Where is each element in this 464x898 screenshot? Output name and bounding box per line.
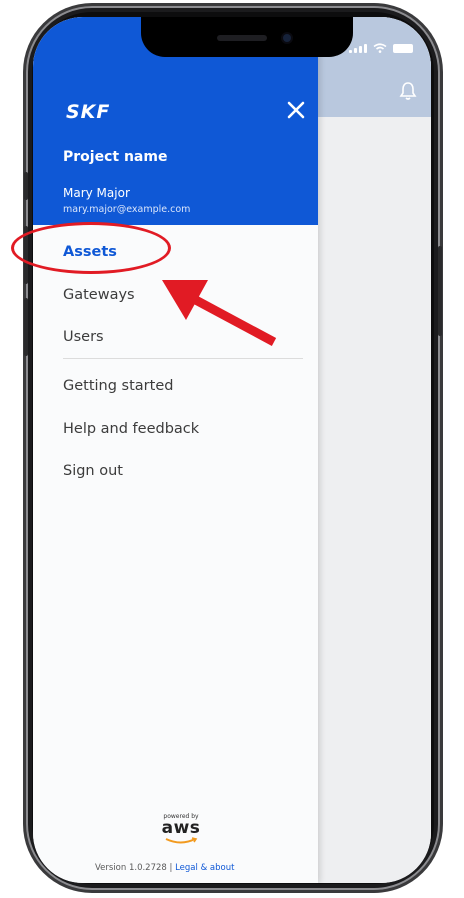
bell-icon[interactable]: [399, 81, 417, 101]
main-content-area: [318, 17, 431, 883]
aws-wordmark: aws: [161, 818, 201, 838]
front-camera: [283, 34, 291, 42]
power-button: [438, 246, 442, 336]
legal-link[interactable]: Legal & about: [175, 863, 234, 873]
mute-switch: [24, 172, 28, 200]
navigation-drawer: SKF Project name Mary Major mary.major@e…: [33, 17, 318, 883]
aws-logo: powered by aws: [161, 813, 201, 845]
wifi-icon: [373, 43, 387, 53]
project-name[interactable]: Project name: [63, 149, 167, 165]
skf-logo: SKF: [66, 101, 111, 123]
user-email: mary.major@example.com: [63, 204, 191, 215]
nav-item-sign-out[interactable]: Sign out: [63, 463, 123, 479]
phone-notch: [141, 17, 353, 57]
aws-smile-icon: [165, 837, 198, 844]
version-label: Version 1.0.2728 |: [95, 863, 173, 873]
highlight-ellipse: [11, 222, 171, 274]
signal-icon: [349, 44, 367, 53]
pointer-arrow-icon: [162, 280, 277, 346]
nav-item-getting-started[interactable]: Getting started: [63, 378, 173, 394]
version-text: Version 1.0.2728 | Legal & about: [95, 863, 234, 873]
volume-down-button: [24, 298, 28, 356]
battery-icon: [393, 44, 413, 53]
status-bar: [349, 43, 413, 53]
user-name: Mary Major: [63, 186, 130, 200]
nav-divider: [63, 358, 303, 359]
nav-item-gateways[interactable]: Gateways: [63, 287, 135, 303]
phone-screen: SKF Project name Mary Major mary.major@e…: [33, 17, 431, 883]
close-icon[interactable]: [285, 99, 307, 121]
nav-item-help-feedback[interactable]: Help and feedback: [63, 421, 199, 437]
nav-item-users[interactable]: Users: [63, 329, 104, 345]
speaker-grille: [217, 35, 267, 41]
